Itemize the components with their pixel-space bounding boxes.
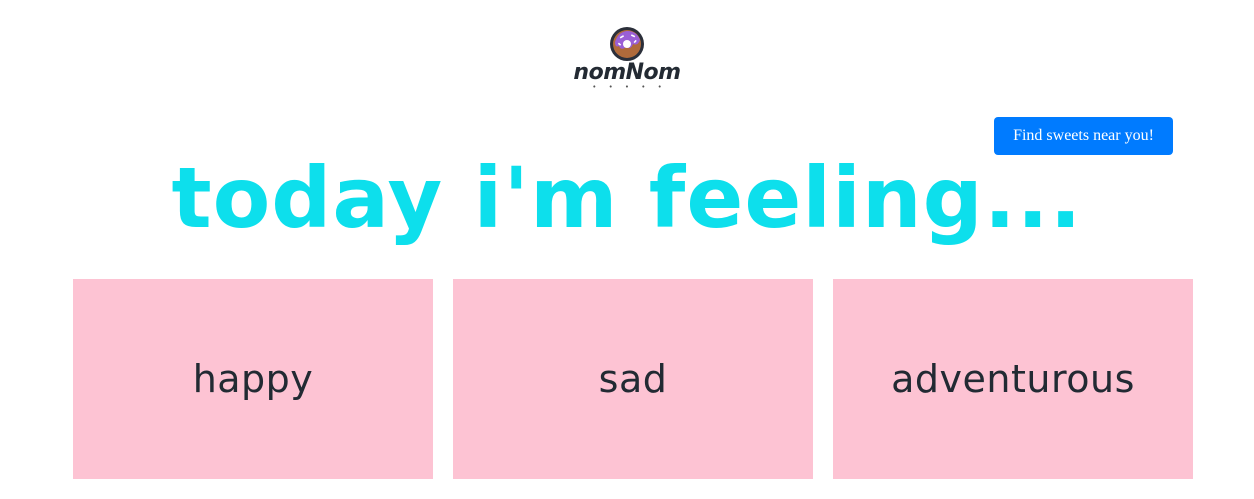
mood-label: happy: [192, 357, 314, 401]
mood-card-happy[interactable]: happy: [73, 279, 433, 479]
page: nomNom • • • • • Find sweets near you! t…: [0, 0, 1254, 499]
page-title: today i'm feeling...: [171, 149, 1083, 247]
mood-label: sad: [598, 357, 668, 401]
logo-dots: • • • • •: [592, 83, 667, 91]
donut-icon: [610, 27, 644, 61]
mood-label: adventurous: [891, 357, 1135, 401]
logo[interactable]: nomNom • • • • •: [0, 26, 1254, 91]
mood-options: happy sad adventurous: [73, 279, 1193, 479]
mood-card-sad[interactable]: sad: [453, 279, 813, 479]
mood-card-adventurous[interactable]: adventurous: [833, 279, 1193, 479]
